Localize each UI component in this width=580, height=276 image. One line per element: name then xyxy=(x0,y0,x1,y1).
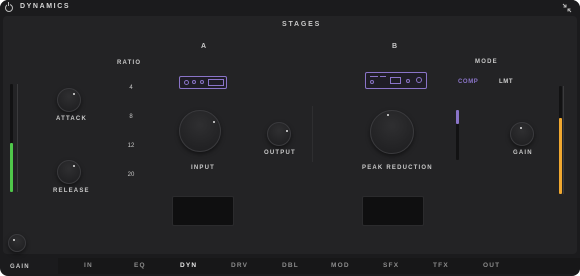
output-label: OUTPUT xyxy=(264,150,296,156)
stage-a-label: A xyxy=(201,43,208,50)
module-nav: GAIN IN EQ DYN DRV DBL MOD SFX TFX OUT xyxy=(0,234,580,276)
mode-comp-button[interactable]: COMP xyxy=(458,79,478,85)
gain-reduction-meter xyxy=(456,110,459,160)
tab-in[interactable]: IN xyxy=(84,262,93,269)
peak-reduction-knob[interactable] xyxy=(370,110,414,154)
left-level-meter xyxy=(10,84,13,192)
stage-divider xyxy=(312,106,313,162)
power-icon[interactable] xyxy=(5,2,13,12)
tab-drv[interactable]: DRV xyxy=(231,262,248,269)
ratio-option-8[interactable]: 8 xyxy=(121,114,141,120)
stage-b-display xyxy=(362,196,424,226)
attack-knob[interactable] xyxy=(57,88,81,112)
output-knob[interactable] xyxy=(267,122,291,146)
gain-label: GAIN xyxy=(513,150,533,156)
right-level-meter xyxy=(559,86,562,194)
left-level-fill xyxy=(10,143,13,192)
stage-b-unit-icon[interactable] xyxy=(365,72,427,89)
tab-dyn[interactable]: DYN xyxy=(180,262,197,269)
title-bar: DYNAMICS xyxy=(0,0,580,16)
tab-sfx[interactable]: SFX xyxy=(383,262,399,269)
plugin-window: DYNAMICS STAGES A B ATTACK RELEASE RATIO… xyxy=(0,0,580,276)
stage-a-display xyxy=(172,196,234,226)
right-level-fill xyxy=(559,118,562,194)
collapse-icon[interactable] xyxy=(562,3,572,13)
mode-label: MODE xyxy=(475,59,498,65)
input-label: INPUT xyxy=(191,165,215,171)
ratio-option-4[interactable]: 4 xyxy=(121,85,141,91)
release-knob[interactable] xyxy=(57,160,81,184)
left-meter-scale xyxy=(17,84,18,192)
input-knob[interactable] xyxy=(179,110,221,152)
peak-reduction-label: PEAK REDUCTION xyxy=(362,165,433,171)
gain-knob[interactable] xyxy=(510,122,534,146)
output-gain-knob[interactable] xyxy=(8,234,26,252)
ratio-label: RATIO xyxy=(117,60,142,66)
mode-lmt-button[interactable]: LMT xyxy=(499,79,513,85)
stages-label: STAGES xyxy=(282,21,322,28)
window-title: DYNAMICS xyxy=(20,3,71,10)
tab-out[interactable]: OUT xyxy=(483,262,500,269)
tab-mod[interactable]: MOD xyxy=(331,262,350,269)
tab-dbl[interactable]: DBL xyxy=(282,262,299,269)
main-panel: STAGES A B ATTACK RELEASE RATIO 4 8 12 2… xyxy=(3,16,577,254)
right-meter-scale xyxy=(563,86,564,194)
ratio-option-12[interactable]: 12 xyxy=(121,143,141,149)
tab-tfx[interactable]: TFX xyxy=(433,262,449,269)
stage-b-label: B xyxy=(392,43,399,50)
release-label: RELEASE xyxy=(53,188,90,194)
ratio-option-20[interactable]: 20 xyxy=(121,172,141,178)
attack-label: ATTACK xyxy=(56,116,87,122)
stage-a-unit-icon[interactable] xyxy=(179,76,227,89)
tab-eq[interactable]: EQ xyxy=(134,262,146,269)
output-gain-label: GAIN xyxy=(10,264,30,270)
